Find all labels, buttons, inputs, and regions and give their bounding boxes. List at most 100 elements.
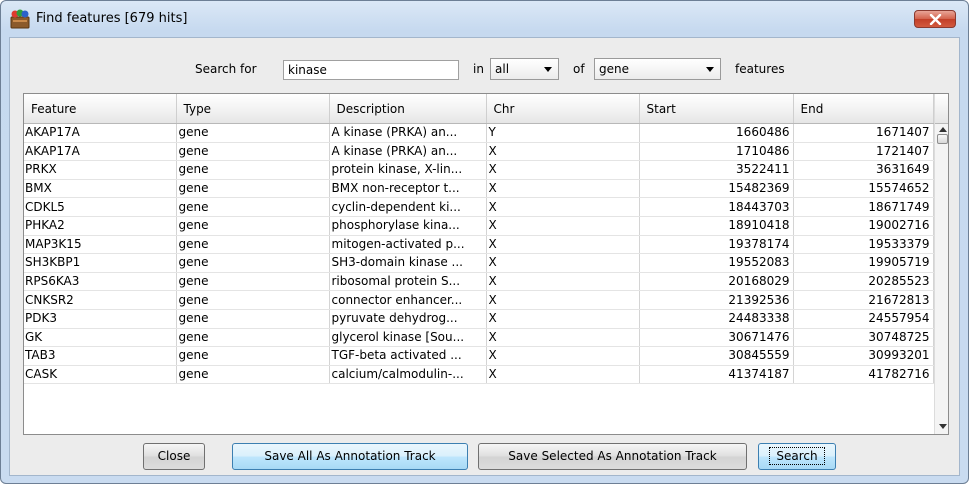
save-selected-button-label: Save Selected As Annotation Track: [508, 449, 717, 463]
end-cell: 24557954: [793, 309, 934, 329]
feature-cell: TAB3: [24, 346, 177, 366]
column-header-end[interactable]: End: [793, 94, 934, 124]
scroll-down-arrow-icon[interactable]: [939, 424, 947, 429]
table-row[interactable]: PDK3 gene pyruvate dehydrog... X 2448333…: [24, 309, 934, 329]
start-cell: 19378174: [639, 235, 794, 255]
type-cell: gene: [176, 346, 330, 366]
title-bar[interactable]: Find features [679 hits]: [1, 1, 968, 37]
description-cell: protein kinase, X-lin...: [329, 160, 487, 180]
in-label: in: [473, 62, 484, 76]
table-row[interactable]: CNKSR2 gene connector enhancer... X 2139…: [24, 290, 934, 310]
end-cell: 15574652: [793, 179, 934, 199]
table-row[interactable]: PRKX gene protein kinase, X-lin... X 352…: [24, 160, 934, 180]
chr-cell: X: [486, 328, 640, 348]
description-cell: pyruvate dehydrog...: [329, 309, 487, 329]
description-cell: A kinase (PRKA) an...: [329, 142, 487, 162]
start-cell: 18910418: [639, 216, 794, 236]
vertical-scrollbar[interactable]: [934, 94, 948, 434]
table-row[interactable]: TAB3 gene TGF-beta activated ... X 30845…: [24, 346, 934, 366]
table-row[interactable]: GK gene glycerol kinase [Sou... X 306714…: [24, 328, 934, 348]
table-row[interactable]: CDKL5 gene cyclin-dependent ki... X 1844…: [24, 197, 934, 217]
feature-cell: PRKX: [24, 160, 177, 180]
start-cell: 20168029: [639, 272, 794, 292]
chr-cell: X: [486, 160, 640, 180]
feature-cell: PHKA2: [24, 216, 177, 236]
window-title: Find features [679 hits]: [36, 11, 188, 26]
column-header-description[interactable]: Description: [329, 94, 487, 124]
start-cell: 1660486: [639, 123, 794, 143]
table-row[interactable]: AKAP17A gene A kinase (PRKA) an... Y 166…: [24, 123, 934, 143]
column-header-chr[interactable]: Chr: [486, 94, 640, 124]
type-cell: gene: [176, 216, 330, 236]
type-cell: gene: [176, 253, 330, 273]
type-cell: gene: [176, 290, 330, 310]
window-close-button[interactable]: [914, 10, 956, 28]
feature-cell: CNKSR2: [24, 290, 177, 310]
table-row[interactable]: PHKA2 gene phosphorylase kina... X 18910…: [24, 216, 934, 236]
description-cell: connector enhancer...: [329, 290, 487, 310]
results-table[interactable]: Feature Type Description Chr Start End A…: [23, 93, 949, 435]
type-cell: gene: [176, 142, 330, 162]
save-selected-as-annotation-track-button[interactable]: Save Selected As Annotation Track: [478, 443, 747, 470]
feature-cell: GK: [24, 328, 177, 348]
app-icon: [10, 9, 30, 29]
end-cell: 18671749: [793, 197, 934, 217]
feature-cell: PDK3: [24, 309, 177, 329]
end-cell: 1671407: [793, 123, 934, 143]
type-cell: gene: [176, 309, 330, 329]
description-cell: TGF-beta activated ...: [329, 346, 487, 366]
description-cell: ribosomal protein S...: [329, 272, 487, 292]
table-row[interactable]: RPS6KA3 gene ribosomal protein S... X 20…: [24, 272, 934, 292]
start-cell: 1710486: [639, 142, 794, 162]
dialog-body: Search for in all of gene features: [9, 37, 960, 476]
close-button[interactable]: Close: [143, 443, 205, 470]
chr-cell: X: [486, 235, 640, 255]
table-row[interactable]: AKAP17A gene A kinase (PRKA) an... X 171…: [24, 142, 934, 162]
table-row[interactable]: MAP3K15 gene mitogen-activated p... X 19…: [24, 235, 934, 255]
start-cell: 21392536: [639, 290, 794, 310]
type-cell: gene: [176, 123, 330, 143]
chevron-down-icon: [544, 67, 552, 72]
end-cell: 30993201: [793, 346, 934, 366]
column-header-start[interactable]: Start: [639, 94, 794, 124]
search-button[interactable]: Search: [758, 443, 836, 470]
chr-cell: X: [486, 253, 640, 273]
feature-cell: BMX: [24, 179, 177, 199]
table-row[interactable]: BMX gene BMX non-receptor t... X 1548236…: [24, 179, 934, 199]
end-cell: 41782716: [793, 365, 934, 385]
search-input[interactable]: [283, 60, 459, 80]
description-cell: A kinase (PRKA) an...: [329, 123, 487, 143]
end-cell: 19905719: [793, 253, 934, 273]
chr-cell: X: [486, 216, 640, 236]
scrollbar-thumb[interactable]: [937, 134, 948, 144]
type-cell: gene: [176, 160, 330, 180]
search-for-label: Search for: [195, 62, 257, 76]
start-cell: 18443703: [639, 197, 794, 217]
scope-select[interactable]: all: [490, 58, 559, 80]
feature-type-select[interactable]: gene: [594, 58, 721, 80]
type-cell: gene: [176, 365, 330, 385]
type-cell: gene: [176, 328, 330, 348]
column-header-type[interactable]: Type: [176, 94, 330, 124]
chr-cell: X: [486, 197, 640, 217]
chevron-down-icon: [706, 67, 714, 72]
scope-select-value: all: [495, 62, 510, 76]
column-header-feature[interactable]: Feature: [24, 94, 177, 124]
description-cell: phosphorylase kina...: [329, 216, 487, 236]
table-row[interactable]: CASK gene calcium/calmodulin-... X 41374…: [24, 365, 934, 385]
start-cell: 30845559: [639, 346, 794, 366]
chr-cell: X: [486, 142, 640, 162]
scrollbar-corner: [935, 94, 948, 124]
of-label: of: [573, 62, 585, 76]
end-cell: 21672813: [793, 290, 934, 310]
table-header-row: Feature Type Description Chr Start End: [24, 94, 934, 124]
feature-cell: AKAP17A: [24, 142, 177, 162]
save-all-as-annotation-track-button[interactable]: Save All As Annotation Track: [232, 443, 468, 470]
chr-cell: X: [486, 179, 640, 199]
description-cell: calcium/calmodulin-...: [329, 365, 487, 385]
chr-cell: X: [486, 272, 640, 292]
end-cell: 19002716: [793, 216, 934, 236]
scroll-up-arrow-icon[interactable]: [939, 127, 947, 132]
table-row[interactable]: SH3KBP1 gene SH3-domain kinase ... X 195…: [24, 253, 934, 273]
type-cell: gene: [176, 272, 330, 292]
